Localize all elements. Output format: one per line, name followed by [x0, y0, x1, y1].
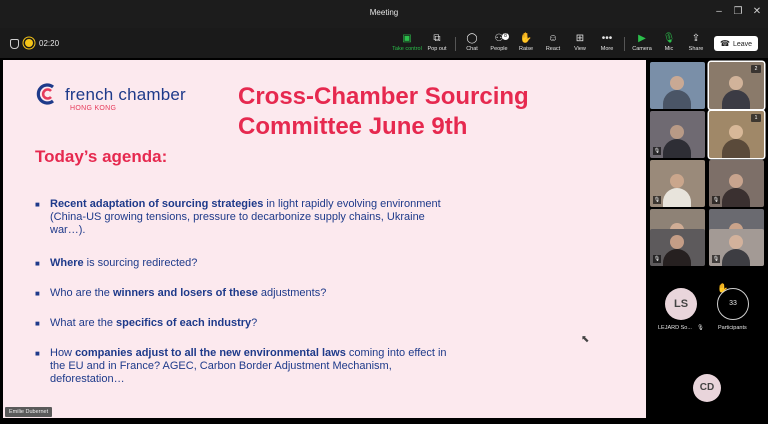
logo-subtitle: HONG KONG	[70, 105, 117, 112]
take-control-icon: ▣	[402, 33, 412, 44]
participant-video-tile[interactable]	[650, 62, 705, 109]
mouse-cursor-icon: ⬉	[581, 334, 590, 345]
participant-avatar[interactable]: CD	[693, 374, 721, 402]
meeting-window: Meeting – ❐ ✕ 02:20 ▣ Take control ⧉ Pop…	[0, 0, 768, 424]
share-button[interactable]: ⇪ Share	[680, 33, 712, 55]
participants-label: Participants	[718, 325, 747, 331]
title-bar: Meeting – ❐ ✕	[0, 0, 768, 28]
pin-badge: 1	[751, 114, 761, 122]
recording-indicator-icon	[25, 39, 33, 47]
window-title: Meeting	[369, 8, 399, 17]
participant-avatar[interactable]: LS	[665, 288, 697, 320]
take-control-button[interactable]: ▣ Take control	[391, 33, 423, 55]
shared-screen-slide: french chamber HONG KONG Cross-Chamber S…	[3, 60, 646, 418]
bullet-icon: ■	[35, 289, 40, 298]
logo-wordmark: french chamber	[65, 85, 186, 104]
bullet-icon: ■	[35, 349, 40, 358]
french-chamber-logo-icon	[36, 83, 55, 105]
shield-icon	[10, 39, 19, 49]
mic-off-icon: 🎙	[697, 325, 704, 331]
pin-badge: 2	[751, 65, 761, 73]
agenda-heading: Today’s agenda:	[35, 147, 168, 166]
maximize-icon[interactable]: ❐	[730, 6, 746, 17]
mic-off-icon: 🎙	[712, 255, 720, 263]
participant-video-tile[interactable]: 🎙	[650, 111, 705, 158]
more-button[interactable]: ••• More	[591, 33, 623, 55]
presenter-name-tag: Emilie Dubernet	[5, 407, 53, 417]
mic-off-icon: 🎙	[653, 196, 661, 204]
toolbar-divider	[624, 37, 625, 51]
mic-off-icon: 🎙	[712, 196, 720, 204]
leave-button[interactable]: ☎ Leave	[714, 36, 758, 51]
bullet-icon: ■	[35, 259, 40, 268]
participant-video-tile[interactable]: 1	[709, 111, 764, 158]
participants-count-button[interactable]: 33	[717, 288, 749, 320]
participant-video-tile[interactable]: 🎙	[709, 229, 764, 266]
participant-video-tile[interactable]: 2	[709, 62, 764, 109]
pop-out-icon: ⧉	[433, 33, 441, 44]
participant-name: LEJARD So...	[658, 325, 692, 331]
bullet-icon: ■	[35, 319, 40, 328]
more-icon: •••	[601, 33, 613, 44]
meeting-timer: 02:20	[39, 39, 60, 48]
minimize-icon[interactable]: –	[711, 6, 727, 17]
bullet-icon: ■	[35, 200, 40, 209]
participant-video-tile[interactable]: 🎙	[709, 160, 764, 207]
meeting-toolbar: 02:20 ▣ Take control ⧉ Pop out ◯ Chat ⚇ …	[0, 28, 768, 58]
people-count-badge: 8	[502, 33, 509, 40]
pop-out-button[interactable]: ⧉ Pop out	[421, 33, 453, 55]
close-icon[interactable]: ✕	[749, 6, 765, 17]
share-icon: ⇪	[691, 33, 701, 44]
slide-title: Cross-Chamber Sourcing Committee June 9t…	[238, 83, 529, 140]
participant-video-tile[interactable]: 🎙	[650, 229, 705, 266]
mic-off-icon: 🎙	[653, 147, 661, 155]
participant-video-tile[interactable]: 🎙	[650, 160, 705, 207]
mic-off-icon: 🎙	[653, 255, 661, 263]
phone-icon: ☎	[719, 39, 730, 48]
